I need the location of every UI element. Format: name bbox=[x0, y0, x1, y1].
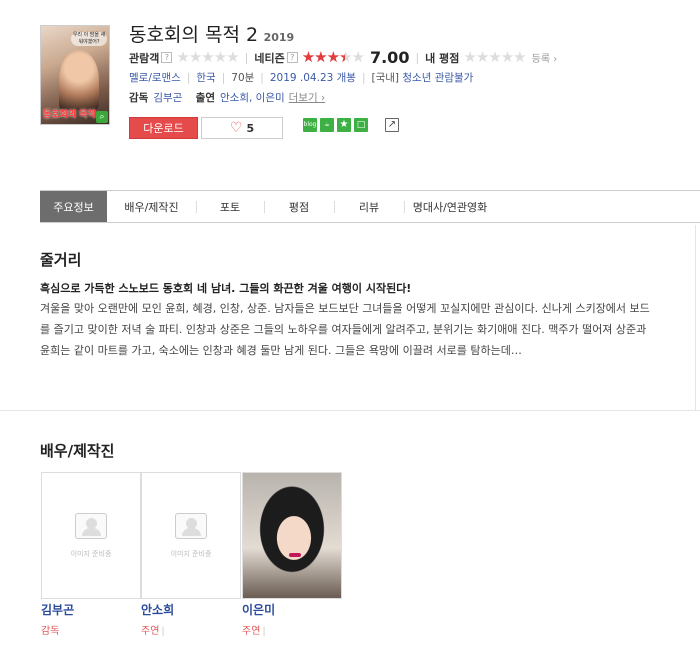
zoom-icon[interactable]: ⌕ bbox=[96, 111, 108, 123]
content-right-border bbox=[695, 225, 696, 410]
person-card[interactable] bbox=[242, 472, 342, 599]
tab-main-info[interactable]: 주요정보 bbox=[40, 191, 107, 222]
person-role: 주연 | bbox=[141, 626, 165, 637]
tab-cast-crew[interactable]: 배우/제작진 bbox=[107, 191, 196, 222]
download-button[interactable]: 다운로드 bbox=[129, 117, 198, 139]
movie-year: 2019 bbox=[263, 31, 295, 44]
country-link[interactable]: 한국 bbox=[196, 70, 215, 85]
tab-review[interactable]: 리뷰 bbox=[334, 191, 404, 222]
my-rating-label: 내 평점 bbox=[425, 51, 460, 65]
person-name[interactable]: 이은미 bbox=[242, 601, 275, 618]
plot-heading: 줄거리 bbox=[40, 251, 82, 269]
tab-bar: 주요정보 배우/제작진 포토 평점 리뷰 명대사/연관영화 bbox=[40, 190, 700, 223]
director-label: 감독 bbox=[129, 92, 149, 104]
help-icon[interactable]: ? bbox=[286, 52, 298, 63]
plot-headline: 흑심으로 가득한 스노보드 동호회 네 남녀. 그들의 화끈한 겨울 여행이 시… bbox=[40, 282, 412, 295]
like-count: 5 bbox=[246, 121, 255, 135]
crew-heading: 배우/제작진 bbox=[40, 442, 115, 460]
person-card[interactable]: 이미지 준비중 bbox=[141, 472, 241, 599]
more-credits-link[interactable]: 더보기 › bbox=[289, 90, 326, 105]
like-button[interactable]: ♡ 5 bbox=[201, 117, 283, 139]
netizen-stars-fill: ★★★★★ bbox=[301, 50, 346, 65]
help-icon[interactable]: ? bbox=[161, 52, 173, 63]
share-icon[interactable]: ↗ bbox=[385, 118, 399, 132]
no-image-placeholder: 이미지 준비중 bbox=[42, 473, 140, 598]
blog-icon[interactable]: blog bbox=[303, 118, 317, 132]
no-image-placeholder: 이미지 준비중 bbox=[142, 473, 240, 598]
person-name[interactable]: 김부곤 bbox=[41, 601, 74, 618]
cafe-icon[interactable]: ☕ bbox=[320, 118, 334, 132]
share-icons: blog ☕ ★ □ ↗ bbox=[303, 118, 399, 132]
no-image-text: 이미지 준비중 bbox=[170, 549, 212, 558]
director-link[interactable]: 김부곤 bbox=[153, 90, 182, 105]
me2day-icon[interactable]: □ bbox=[354, 118, 368, 132]
title-row: 동호회의 목적 2 2019 bbox=[129, 20, 294, 47]
cast-link[interactable]: 안소희, 이은미 bbox=[220, 90, 285, 105]
movie-poster[interactable]: 우리 이 밤을 새워야겠어? 동호회의 목적 ⌕ bbox=[40, 25, 110, 125]
audience-label: 관람객 bbox=[129, 51, 160, 65]
bookmark-icon[interactable]: ★ bbox=[337, 118, 351, 132]
grade-link[interactable]: 청소년 관람불가 bbox=[402, 70, 473, 85]
person-card[interactable]: 이미지 준비중 bbox=[41, 472, 141, 599]
poster-figure bbox=[59, 50, 99, 110]
person-photo bbox=[243, 473, 341, 598]
movie-meta: 멜로/로맨스 | 한국 | 70분 | 2019 .04.23 개봉 | [국내… bbox=[129, 70, 474, 85]
credits-row: 감독 김부곤 출연 안소희, 이은미 더보기 › bbox=[129, 90, 325, 105]
runtime: 70분 bbox=[231, 72, 255, 84]
netizen-label: 네티즌 bbox=[254, 51, 285, 65]
person-role: 주연 | bbox=[242, 626, 266, 637]
genre-link[interactable]: 멜로/로맨스 bbox=[129, 70, 181, 85]
netizen-stars: ★★★★★★★★★★ bbox=[301, 48, 365, 66]
release-date-link[interactable]: 2019 .04.23 개봉 bbox=[270, 70, 356, 85]
person-role: 감독 bbox=[41, 626, 60, 637]
person-name[interactable]: 안소희 bbox=[141, 601, 174, 618]
poster-tagline: 우리 이 밤을 새워야겠어? bbox=[71, 32, 107, 46]
plot-body: 겨울을 맞아 오랜만에 모인 윤희, 혜경, 인창, 상준. 남자들은 보드보단… bbox=[40, 302, 650, 357]
cast-label: 출연 bbox=[195, 92, 215, 104]
audience-stars: ★★★★★★★★★★ bbox=[176, 48, 239, 66]
tab-photo[interactable]: 포토 bbox=[196, 191, 264, 222]
rating-row: 관람객 ? ★★★★★★★★★★ | 네티즌 ? ★★★★★★★★★★ 7.00… bbox=[129, 48, 558, 67]
person-placeholder-icon bbox=[75, 512, 107, 539]
heart-icon: ♡ bbox=[229, 120, 243, 136]
grade-prefix: [국내] bbox=[371, 72, 400, 84]
no-image-text: 이미지 준비중 bbox=[70, 549, 112, 558]
my-rating-stars[interactable]: ★★★★★★★★★★ bbox=[463, 50, 526, 65]
netizen-score: 7.00 bbox=[369, 48, 410, 67]
tab-quotes-related[interactable]: 명대사/연관영화 bbox=[404, 191, 496, 222]
section-divider bbox=[0, 410, 700, 411]
tab-rating[interactable]: 평점 bbox=[264, 191, 334, 222]
person-placeholder-icon bbox=[175, 512, 207, 539]
register-rating-link[interactable]: 등록 › bbox=[532, 50, 558, 65]
movie-title: 동호회의 목적 2 bbox=[129, 24, 259, 46]
